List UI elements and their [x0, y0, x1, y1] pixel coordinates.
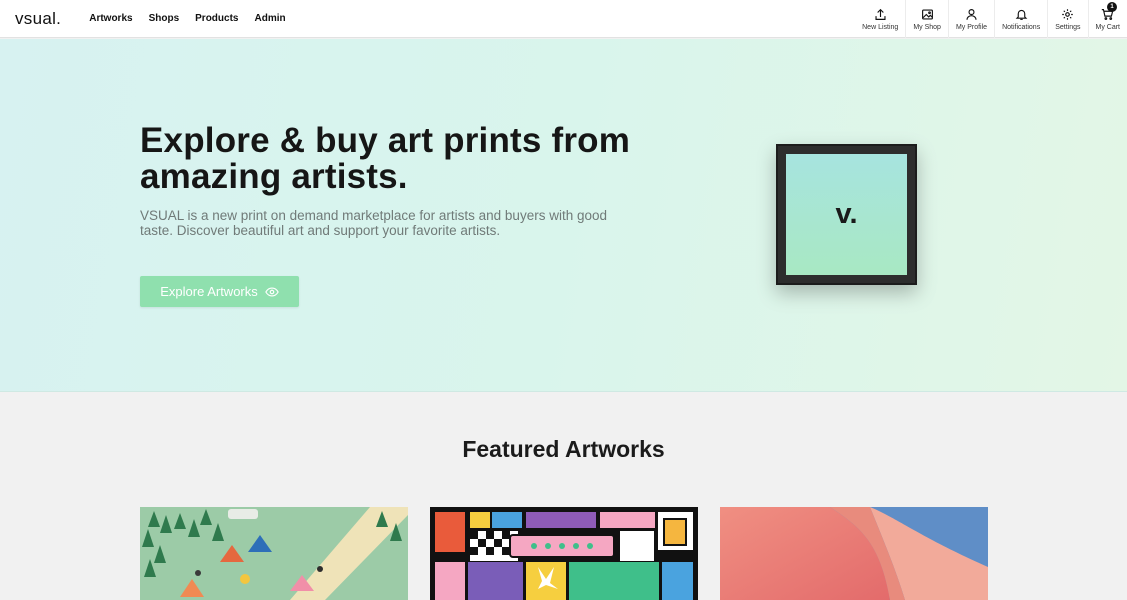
my-profile-label: My Profile — [955, 23, 988, 31]
image-icon — [921, 8, 933, 20]
featured-artworks-heading: Featured Artworks — [462, 436, 665, 462]
artwork-card-abstract[interactable] — [720, 507, 988, 600]
upload-icon — [875, 8, 886, 20]
my-shop-button[interactable]: My Shop — [905, 0, 948, 38]
notifications-label: Notifications — [1002, 23, 1041, 31]
frame-logo-mark: v. — [835, 198, 858, 230]
my-shop-label: My Shop — [913, 23, 941, 31]
my-profile-button[interactable]: My Profile — [947, 0, 994, 38]
artwork-image-abstract — [720, 507, 988, 600]
nav-link-admin[interactable]: Admin — [254, 13, 285, 24]
settings-button[interactable]: Settings — [1047, 0, 1087, 38]
new-listing-button[interactable]: New Listing — [855, 0, 905, 38]
artwork-card-geometric[interactable] — [430, 507, 698, 600]
hero-title: Explore & buy art prints from amazing ar… — [140, 121, 631, 196]
user-actions: New Listing My Shop My Profile Notificat… — [855, 0, 1127, 38]
framed-logo-print: v. — [776, 144, 917, 285]
nav-link-shops[interactable]: Shops — [149, 13, 180, 24]
main-nav-links: Artworks Shops Products Admin — [73, 13, 285, 24]
artwork-image-forest — [140, 507, 408, 600]
explore-artworks-label: Explore Artworks — [160, 284, 258, 299]
artwork-image-geometric — [430, 507, 698, 600]
my-cart-button[interactable]: 1 My Cart — [1087, 0, 1127, 38]
nav-link-artworks[interactable]: Artworks — [89, 13, 132, 24]
top-navbar: vsual. Artworks Shops Products Admin New… — [0, 0, 1127, 38]
eye-icon — [264, 286, 279, 297]
gear-icon — [1062, 8, 1074, 20]
my-cart-label: My Cart — [1095, 23, 1121, 31]
nav-link-products[interactable]: Products — [195, 13, 238, 24]
bell-icon — [1015, 9, 1027, 20]
explore-artworks-button[interactable]: Explore Artworks — [140, 276, 299, 307]
user-icon — [966, 8, 977, 20]
notifications-button[interactable]: Notifications — [994, 0, 1047, 38]
cart-count-badge: 1 — [1107, 2, 1117, 12]
vsual-logo[interactable]: vsual. — [15, 9, 61, 29]
new-listing-label: New Listing — [862, 23, 899, 31]
framed-print-canvas: v. — [786, 154, 907, 275]
artwork-card-forest[interactable] — [140, 507, 408, 600]
hero-section: Explore & buy art prints from amazing ar… — [0, 39, 1127, 392]
hero-subtitle: VSUAL is a new print on demand marketpla… — [140, 208, 607, 238]
settings-label: Settings — [1055, 23, 1081, 31]
